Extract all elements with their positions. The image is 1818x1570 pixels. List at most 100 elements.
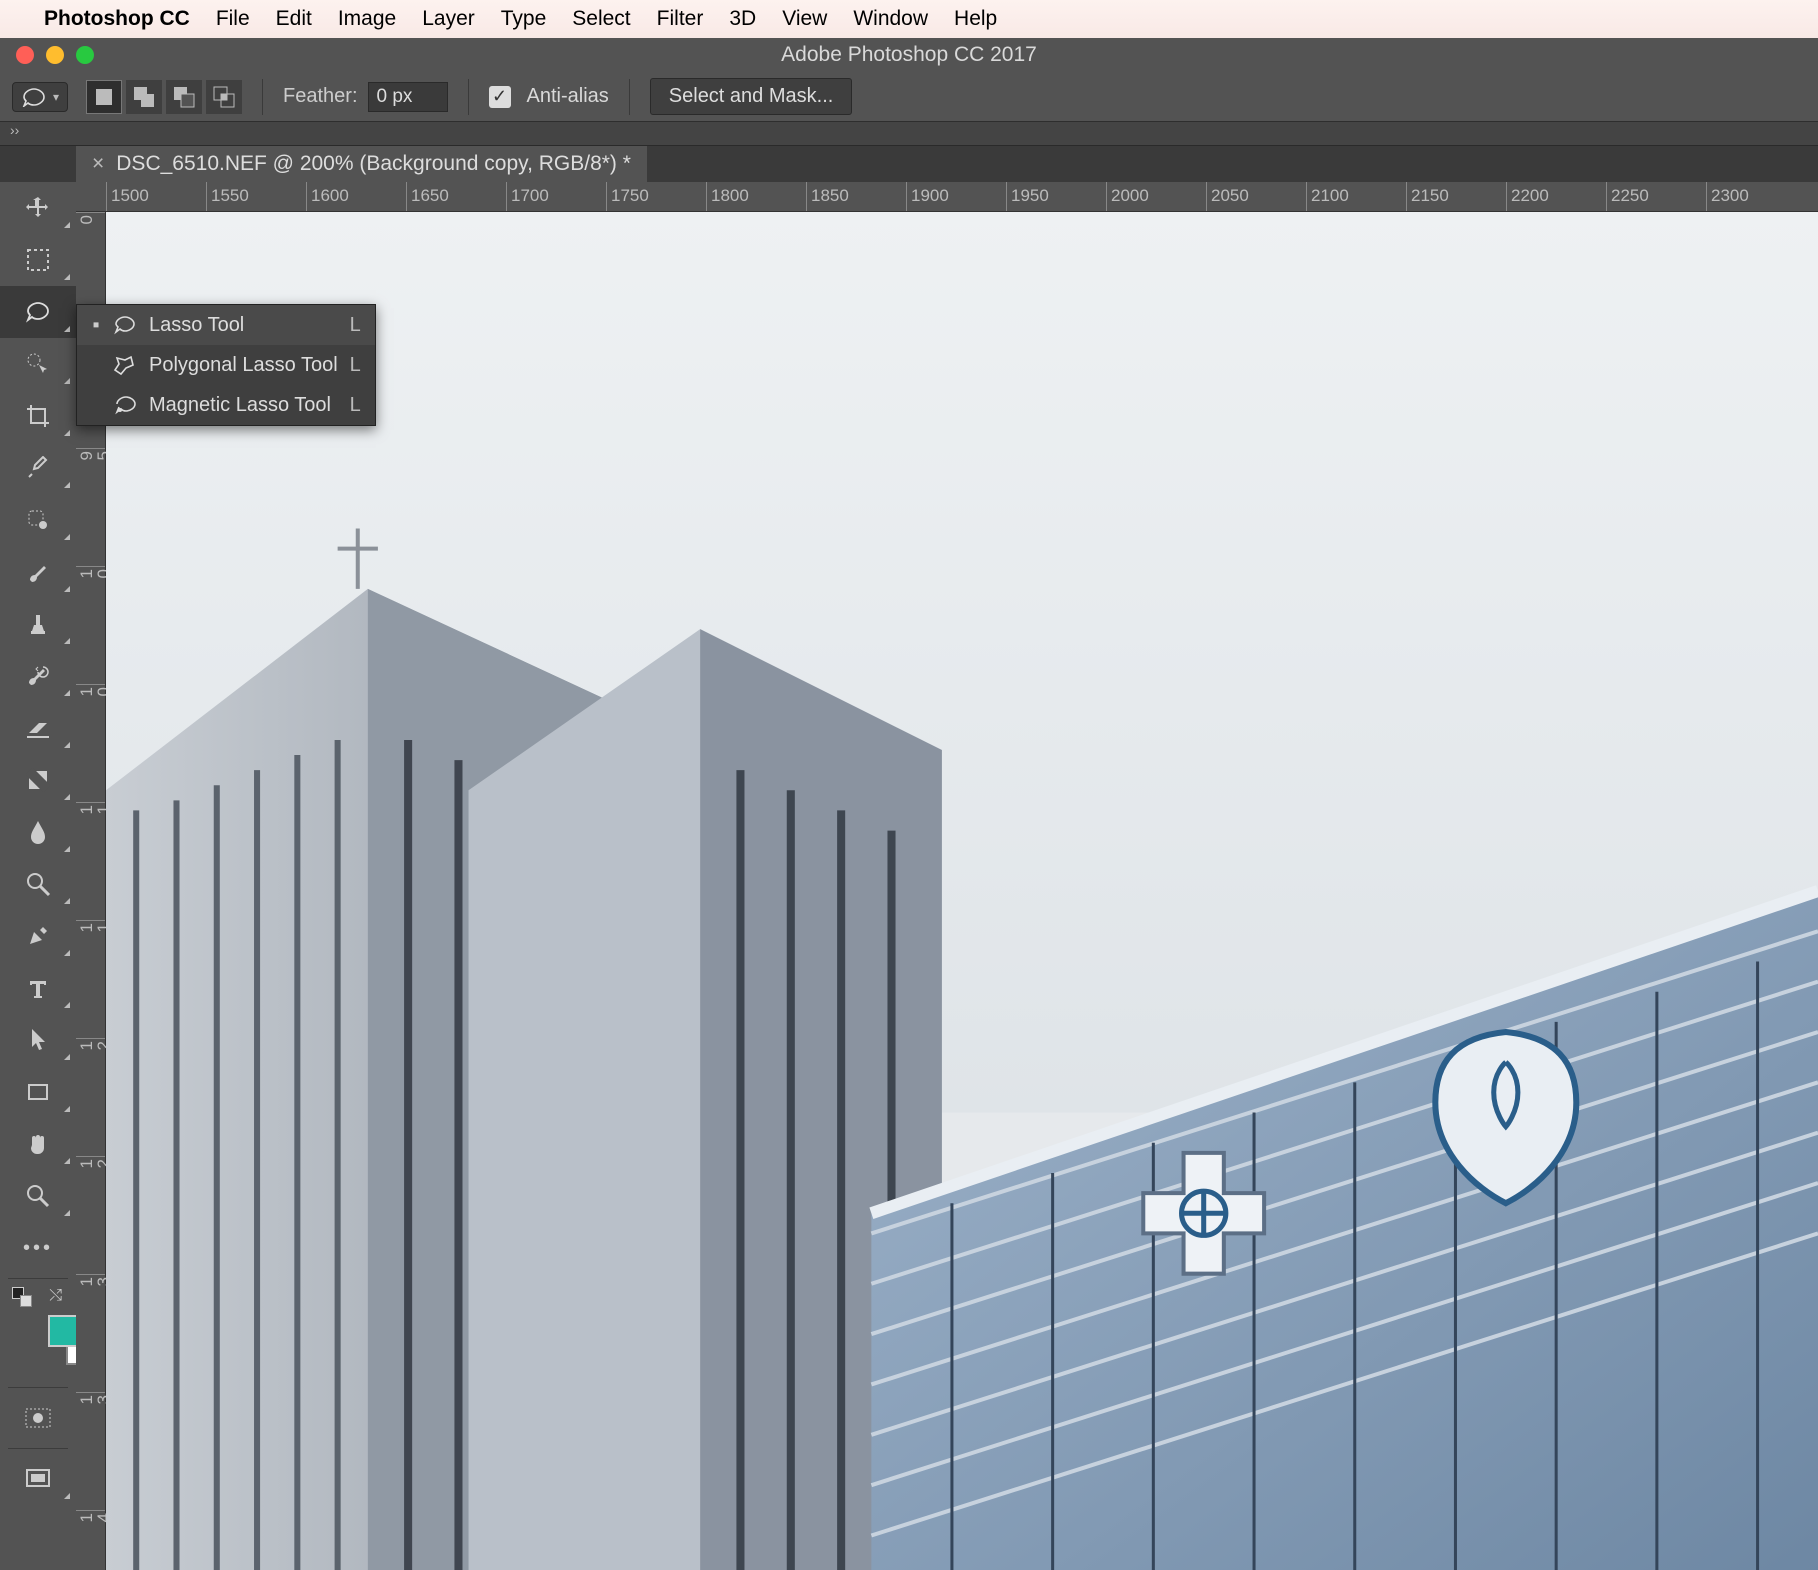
screen-mode-button[interactable] bbox=[0, 1453, 76, 1505]
ruler-tick: 2250 bbox=[1606, 182, 1607, 211]
menu-image[interactable]: Image bbox=[338, 7, 396, 31]
flyout-item-shortcut: L bbox=[350, 354, 361, 377]
ruler-tick: 2000 bbox=[1106, 182, 1107, 211]
flyout-item[interactable]: ▪Lasso ToolL bbox=[77, 305, 375, 345]
ruler-tick: 1550 bbox=[206, 182, 207, 211]
menu-type[interactable]: Type bbox=[501, 7, 547, 31]
separator bbox=[262, 79, 263, 115]
ruler-tick: 1900 bbox=[906, 182, 907, 211]
selection-mode-subtract[interactable] bbox=[166, 80, 202, 114]
flyout-item-label: Magnetic Lasso Tool bbox=[149, 394, 331, 417]
flyout-item-label: Lasso Tool bbox=[149, 314, 244, 337]
menu-select[interactable]: Select bbox=[572, 7, 630, 31]
pen-tool[interactable] bbox=[0, 910, 76, 962]
ruler-tick: 1050 bbox=[76, 684, 105, 685]
flyout-item[interactable]: Magnetic Lasso Tool L bbox=[77, 385, 375, 425]
window-title: Adobe Photoshop CC 2017 bbox=[781, 43, 1037, 67]
type-tool[interactable] bbox=[0, 962, 76, 1014]
menu-edit[interactable]: Edit bbox=[276, 7, 312, 31]
anti-alias-label: Anti-alias bbox=[527, 85, 609, 108]
clone-stamp-tool[interactable] bbox=[0, 598, 76, 650]
ruler-tick: 1750 bbox=[606, 182, 607, 211]
document-tab[interactable]: × DSC_6510.NEF @ 200% (Background copy, … bbox=[76, 146, 647, 182]
tab-close-icon[interactable]: × bbox=[92, 152, 104, 176]
ruler-tick: 1300 bbox=[76, 1274, 105, 1275]
edit-toolbar-button[interactable]: ••• bbox=[0, 1222, 76, 1274]
ruler-tick: 2150 bbox=[1406, 182, 1407, 211]
options-bar: ▾ Feather: ✓ Anti-alias Select and Mask.… bbox=[0, 72, 1818, 122]
menu-3d[interactable]: 3D bbox=[729, 7, 756, 31]
ruler-tick: 1250 bbox=[76, 1156, 105, 1157]
dodge-tool[interactable] bbox=[0, 858, 76, 910]
menu-layer[interactable]: Layer bbox=[422, 7, 475, 31]
select-and-mask-button[interactable]: Select and Mask... bbox=[650, 78, 853, 115]
ruler-tick: 2100 bbox=[1306, 182, 1307, 211]
hand-tool[interactable] bbox=[0, 1118, 76, 1170]
ruler-tick: 2300 bbox=[1706, 182, 1707, 211]
selection-mode-add[interactable] bbox=[126, 80, 162, 114]
quick-mask-button[interactable] bbox=[0, 1392, 76, 1444]
panel-collapse-strip[interactable]: ›› bbox=[0, 122, 1818, 146]
ruler-tick: 1650 bbox=[406, 182, 407, 211]
ruler-tick: 2200 bbox=[1506, 182, 1507, 211]
rectangle-tool[interactable] bbox=[0, 1066, 76, 1118]
separator bbox=[468, 79, 469, 115]
ruler-tick: 0 bbox=[76, 212, 105, 213]
lasso-variant-icon bbox=[113, 394, 137, 416]
chevron-down-icon: ▾ bbox=[53, 90, 59, 104]
swap-colors-icon[interactable]: ⤭ bbox=[49, 1287, 62, 1305]
quick-selection-tool[interactable] bbox=[0, 338, 76, 390]
ruler-tick: 1850 bbox=[806, 182, 807, 211]
menu-filter[interactable]: Filter bbox=[657, 7, 704, 31]
window-zoom-button[interactable] bbox=[76, 46, 94, 64]
ruler-tick: 1600 bbox=[306, 182, 307, 211]
menu-view[interactable]: View bbox=[782, 7, 827, 31]
ruler-tick: 1350 bbox=[76, 1392, 105, 1393]
rectangular-marquee-tool[interactable] bbox=[0, 234, 76, 286]
lasso-tool-flyout: ▪Lasso ToolLPolygonal Lasso ToolLMagneti… bbox=[76, 304, 376, 426]
window-minimize-button[interactable] bbox=[46, 46, 64, 64]
eraser-tool[interactable] bbox=[0, 702, 76, 754]
path-selection-tool[interactable] bbox=[0, 1014, 76, 1066]
gradient-tool[interactable] bbox=[0, 754, 76, 806]
ruler-tick: 2050 bbox=[1206, 182, 1207, 211]
blur-tool[interactable] bbox=[0, 806, 76, 858]
ruler-tick: 1150 bbox=[76, 920, 105, 921]
horizontal-ruler[interactable]: 1500155016001650170017501800185019001950… bbox=[76, 182, 1818, 212]
menu-window[interactable]: Window bbox=[853, 7, 928, 31]
default-colors-icon[interactable] bbox=[20, 1295, 32, 1307]
feather-input[interactable] bbox=[368, 82, 448, 112]
flyout-item-label: Polygonal Lasso Tool bbox=[149, 354, 338, 377]
current-tool-indicator[interactable]: ▾ bbox=[12, 82, 68, 112]
selection-mode-group bbox=[86, 80, 242, 114]
eyedropper-tool[interactable] bbox=[0, 442, 76, 494]
lasso-tool[interactable] bbox=[0, 286, 76, 338]
anti-alias-checkbox[interactable]: ✓ bbox=[489, 86, 511, 108]
zoom-tool[interactable] bbox=[0, 1170, 76, 1222]
window-titlebar: Adobe Photoshop CC 2017 bbox=[0, 38, 1818, 72]
flyout-item[interactable]: Polygonal Lasso Tool L bbox=[77, 345, 375, 385]
ruler-tick: 1500 bbox=[106, 182, 107, 211]
ruler-tick: 950 bbox=[76, 448, 105, 449]
ruler-tick: 1950 bbox=[1006, 182, 1007, 211]
crop-tool[interactable] bbox=[0, 390, 76, 442]
tools-panel: ••• ⤭ bbox=[0, 182, 76, 1570]
document-tabs: × DSC_6510.NEF @ 200% (Background copy, … bbox=[0, 146, 1818, 182]
spot-healing-brush-tool[interactable] bbox=[0, 494, 76, 546]
menu-help[interactable]: Help bbox=[954, 7, 997, 31]
selection-mode-intersect[interactable] bbox=[206, 80, 242, 114]
brush-tool[interactable] bbox=[0, 546, 76, 598]
history-brush-tool[interactable] bbox=[0, 650, 76, 702]
lasso-variant-icon bbox=[113, 315, 137, 335]
ruler-tick: 1700 bbox=[506, 182, 507, 211]
window-close-button[interactable] bbox=[16, 46, 34, 64]
ruler-tick: 1000 bbox=[76, 566, 105, 567]
selection-mode-new[interactable] bbox=[86, 80, 122, 114]
menu-file[interactable]: File bbox=[216, 7, 250, 31]
ruler-tick: 1400 bbox=[76, 1510, 105, 1511]
flyout-item-shortcut: L bbox=[350, 394, 361, 417]
ruler-tick: 1200 bbox=[76, 1038, 105, 1039]
window-controls bbox=[0, 46, 94, 64]
app-menu[interactable]: Photoshop CC bbox=[44, 7, 190, 31]
move-tool[interactable] bbox=[0, 182, 76, 234]
